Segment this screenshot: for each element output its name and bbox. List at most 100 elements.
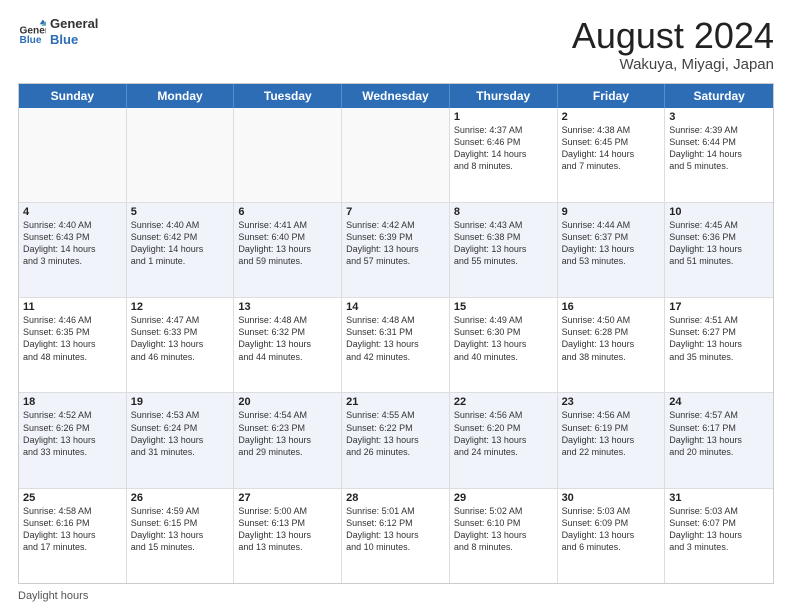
calendar-cell: 4Sunrise: 4:40 AM Sunset: 6:43 PM Daylig… xyxy=(19,203,127,297)
calendar-cell: 15Sunrise: 4:49 AM Sunset: 6:30 PM Dayli… xyxy=(450,298,558,392)
calendar-body: 1Sunrise: 4:37 AM Sunset: 6:46 PM Daylig… xyxy=(19,108,773,583)
cell-info: Sunrise: 4:39 AM Sunset: 6:44 PM Dayligh… xyxy=(669,124,769,173)
calendar-week-row: 25Sunrise: 4:58 AM Sunset: 6:16 PM Dayli… xyxy=(19,489,773,583)
day-number: 20 xyxy=(238,396,337,408)
day-number: 15 xyxy=(454,301,553,313)
day-number: 27 xyxy=(238,492,337,504)
calendar-cell xyxy=(234,108,342,202)
day-number: 18 xyxy=(23,396,122,408)
footer-text: Daylight hours xyxy=(18,590,88,602)
calendar-cell xyxy=(127,108,235,202)
svg-text:Blue: Blue xyxy=(20,34,42,45)
main-title: August 2024 xyxy=(572,16,774,56)
subtitle: Wakuya, Miyagi, Japan xyxy=(572,56,774,73)
calendar-cell: 25Sunrise: 4:58 AM Sunset: 6:16 PM Dayli… xyxy=(19,489,127,583)
calendar-cell: 27Sunrise: 5:00 AM Sunset: 6:13 PM Dayli… xyxy=(234,489,342,583)
day-number: 28 xyxy=(346,492,445,504)
day-number: 22 xyxy=(454,396,553,408)
day-number: 16 xyxy=(562,301,661,313)
calendar-cell: 6Sunrise: 4:41 AM Sunset: 6:40 PM Daylig… xyxy=(234,203,342,297)
calendar-cell: 23Sunrise: 4:56 AM Sunset: 6:19 PM Dayli… xyxy=(558,393,666,487)
logo-text: General Blue xyxy=(50,16,98,47)
day-number: 1 xyxy=(454,111,553,123)
cell-info: Sunrise: 4:46 AM Sunset: 6:35 PM Dayligh… xyxy=(23,314,122,363)
cell-info: Sunrise: 4:49 AM Sunset: 6:30 PM Dayligh… xyxy=(454,314,553,363)
day-of-week-header: Saturday xyxy=(665,84,773,108)
footer: Daylight hours xyxy=(18,590,774,602)
cell-info: Sunrise: 4:37 AM Sunset: 6:46 PM Dayligh… xyxy=(454,124,553,173)
calendar-cell: 24Sunrise: 4:57 AM Sunset: 6:17 PM Dayli… xyxy=(665,393,773,487)
calendar-cell: 20Sunrise: 4:54 AM Sunset: 6:23 PM Dayli… xyxy=(234,393,342,487)
calendar-cell: 3Sunrise: 4:39 AM Sunset: 6:44 PM Daylig… xyxy=(665,108,773,202)
cell-info: Sunrise: 5:00 AM Sunset: 6:13 PM Dayligh… xyxy=(238,505,337,554)
day-of-week-header: Monday xyxy=(127,84,235,108)
calendar-week-row: 4Sunrise: 4:40 AM Sunset: 6:43 PM Daylig… xyxy=(19,203,773,298)
day-number: 2 xyxy=(562,111,661,123)
cell-info: Sunrise: 4:48 AM Sunset: 6:31 PM Dayligh… xyxy=(346,314,445,363)
logo: General Blue General Blue xyxy=(18,16,98,47)
cell-info: Sunrise: 4:48 AM Sunset: 6:32 PM Dayligh… xyxy=(238,314,337,363)
day-number: 25 xyxy=(23,492,122,504)
cell-info: Sunrise: 4:44 AM Sunset: 6:37 PM Dayligh… xyxy=(562,219,661,268)
calendar-cell: 11Sunrise: 4:46 AM Sunset: 6:35 PM Dayli… xyxy=(19,298,127,392)
logo-line1: General xyxy=(50,16,98,32)
day-number: 23 xyxy=(562,396,661,408)
calendar-cell: 30Sunrise: 5:03 AM Sunset: 6:09 PM Dayli… xyxy=(558,489,666,583)
cell-info: Sunrise: 4:54 AM Sunset: 6:23 PM Dayligh… xyxy=(238,409,337,458)
day-number: 7 xyxy=(346,206,445,218)
cell-info: Sunrise: 4:38 AM Sunset: 6:45 PM Dayligh… xyxy=(562,124,661,173)
title-block: August 2024 Wakuya, Miyagi, Japan xyxy=(572,16,774,73)
calendar-week-row: 1Sunrise: 4:37 AM Sunset: 6:46 PM Daylig… xyxy=(19,108,773,203)
calendar-cell: 1Sunrise: 4:37 AM Sunset: 6:46 PM Daylig… xyxy=(450,108,558,202)
day-number: 13 xyxy=(238,301,337,313)
calendar-cell: 19Sunrise: 4:53 AM Sunset: 6:24 PM Dayli… xyxy=(127,393,235,487)
calendar-cell: 2Sunrise: 4:38 AM Sunset: 6:45 PM Daylig… xyxy=(558,108,666,202)
cell-info: Sunrise: 4:47 AM Sunset: 6:33 PM Dayligh… xyxy=(131,314,230,363)
day-number: 24 xyxy=(669,396,769,408)
calendar-cell: 5Sunrise: 4:40 AM Sunset: 6:42 PM Daylig… xyxy=(127,203,235,297)
day-number: 4 xyxy=(23,206,122,218)
day-of-week-header: Wednesday xyxy=(342,84,450,108)
cell-info: Sunrise: 5:02 AM Sunset: 6:10 PM Dayligh… xyxy=(454,505,553,554)
day-number: 6 xyxy=(238,206,337,218)
calendar-cell xyxy=(342,108,450,202)
cell-info: Sunrise: 4:40 AM Sunset: 6:42 PM Dayligh… xyxy=(131,219,230,268)
cell-info: Sunrise: 4:53 AM Sunset: 6:24 PM Dayligh… xyxy=(131,409,230,458)
calendar-cell xyxy=(19,108,127,202)
cell-info: Sunrise: 4:45 AM Sunset: 6:36 PM Dayligh… xyxy=(669,219,769,268)
calendar-cell: 26Sunrise: 4:59 AM Sunset: 6:15 PM Dayli… xyxy=(127,489,235,583)
calendar-cell: 21Sunrise: 4:55 AM Sunset: 6:22 PM Dayli… xyxy=(342,393,450,487)
day-number: 12 xyxy=(131,301,230,313)
calendar-cell: 18Sunrise: 4:52 AM Sunset: 6:26 PM Dayli… xyxy=(19,393,127,487)
cell-info: Sunrise: 5:01 AM Sunset: 6:12 PM Dayligh… xyxy=(346,505,445,554)
header: General Blue General Blue August 2024 Wa… xyxy=(18,16,774,73)
calendar-week-row: 18Sunrise: 4:52 AM Sunset: 6:26 PM Dayli… xyxy=(19,393,773,488)
cell-info: Sunrise: 4:42 AM Sunset: 6:39 PM Dayligh… xyxy=(346,219,445,268)
page: General Blue General Blue August 2024 Wa… xyxy=(0,0,792,612)
day-number: 30 xyxy=(562,492,661,504)
calendar-cell: 28Sunrise: 5:01 AM Sunset: 6:12 PM Dayli… xyxy=(342,489,450,583)
day-number: 26 xyxy=(131,492,230,504)
cell-info: Sunrise: 4:58 AM Sunset: 6:16 PM Dayligh… xyxy=(23,505,122,554)
day-of-week-header: Tuesday xyxy=(234,84,342,108)
day-number: 5 xyxy=(131,206,230,218)
day-number: 17 xyxy=(669,301,769,313)
cell-info: Sunrise: 4:41 AM Sunset: 6:40 PM Dayligh… xyxy=(238,219,337,268)
cell-info: Sunrise: 4:52 AM Sunset: 6:26 PM Dayligh… xyxy=(23,409,122,458)
calendar-week-row: 11Sunrise: 4:46 AM Sunset: 6:35 PM Dayli… xyxy=(19,298,773,393)
day-of-week-header: Sunday xyxy=(19,84,127,108)
calendar-cell: 8Sunrise: 4:43 AM Sunset: 6:38 PM Daylig… xyxy=(450,203,558,297)
day-number: 8 xyxy=(454,206,553,218)
cell-info: Sunrise: 4:50 AM Sunset: 6:28 PM Dayligh… xyxy=(562,314,661,363)
cell-info: Sunrise: 4:59 AM Sunset: 6:15 PM Dayligh… xyxy=(131,505,230,554)
calendar-cell: 9Sunrise: 4:44 AM Sunset: 6:37 PM Daylig… xyxy=(558,203,666,297)
day-number: 10 xyxy=(669,206,769,218)
cell-info: Sunrise: 4:40 AM Sunset: 6:43 PM Dayligh… xyxy=(23,219,122,268)
logo-line2: Blue xyxy=(50,32,98,48)
calendar-cell: 22Sunrise: 4:56 AM Sunset: 6:20 PM Dayli… xyxy=(450,393,558,487)
day-of-week-header: Thursday xyxy=(450,84,558,108)
day-number: 3 xyxy=(669,111,769,123)
cell-info: Sunrise: 5:03 AM Sunset: 6:07 PM Dayligh… xyxy=(669,505,769,554)
calendar-cell: 13Sunrise: 4:48 AM Sunset: 6:32 PM Dayli… xyxy=(234,298,342,392)
cell-info: Sunrise: 4:57 AM Sunset: 6:17 PM Dayligh… xyxy=(669,409,769,458)
